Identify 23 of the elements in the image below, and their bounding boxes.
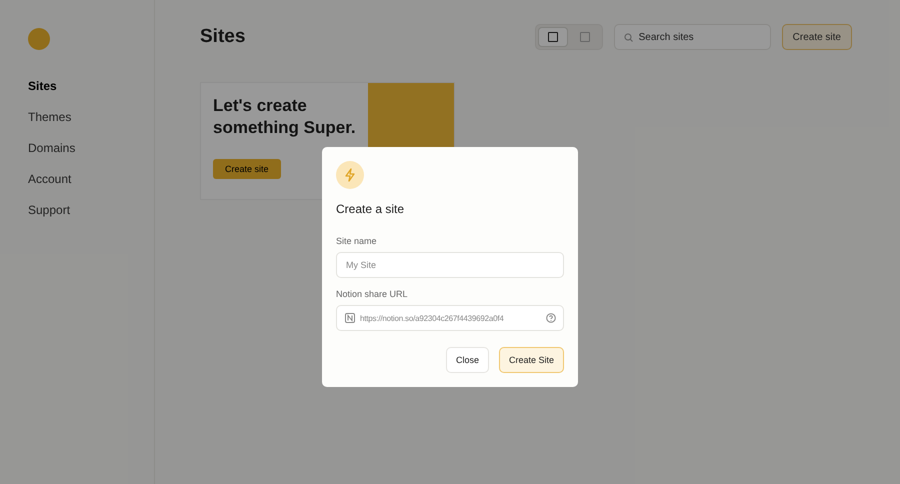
sidebar-item[interactable]: Support (28, 203, 154, 234)
lightning-icon (343, 168, 357, 182)
field-label: Notion share URL (336, 289, 409, 299)
logo-icon (28, 28, 50, 50)
field-label: Site name (336, 236, 378, 246)
input-field[interactable]: My Site (336, 252, 564, 278)
help-icon[interactable] (546, 313, 556, 323)
hero-title: Let's create something Super. (213, 95, 356, 139)
sidebar-item[interactable]: Account (28, 172, 154, 203)
modal-title: Create a site (336, 202, 406, 216)
create-site-button[interactable]: Create site (782, 24, 852, 50)
sidebar-item[interactable]: Domains (28, 141, 154, 172)
view-option[interactable] (538, 28, 567, 46)
create-site-button[interactable]: Create Site (498, 347, 564, 373)
search-field[interactable]: Search sites (614, 24, 771, 50)
close-button[interactable]: Close (446, 347, 489, 373)
sidebar-item[interactable]: Sites (28, 79, 154, 110)
notion-icon (345, 313, 355, 323)
create-site-button[interactable]: Create site (213, 159, 281, 179)
search-icon (624, 32, 633, 42)
url-field[interactable]: https://notion.so/a92304c267f4439692a0f4 (336, 305, 564, 331)
page-title: Sites (200, 26, 246, 48)
sidebar-item[interactable]: Themes (28, 110, 154, 141)
